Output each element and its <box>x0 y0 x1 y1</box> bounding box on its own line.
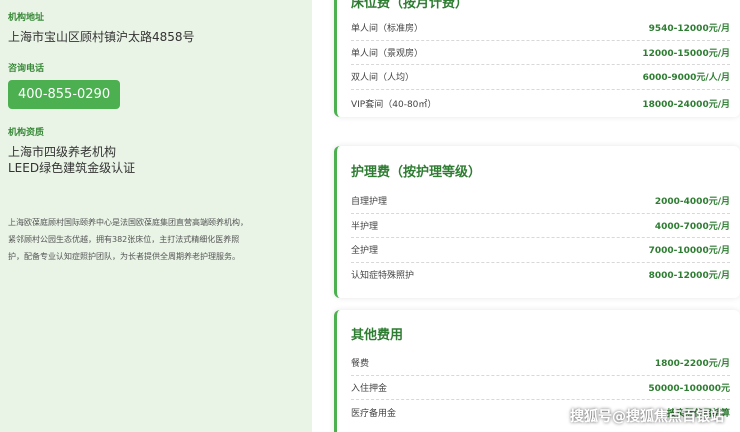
card-title: 护理费（按护理等级） <box>351 165 482 180</box>
fee-price: 6000-9000元/人/月 <box>642 73 730 84</box>
fee-row: 双人间（人均） 6000-9000元/人/月 <box>351 65 730 90</box>
fee-name: VIP套间（40-80㎡） <box>351 99 437 110</box>
fee-row: 认知症特殊照护 8000-12000元/月 <box>351 263 730 288</box>
fee-name: 自理护理 <box>351 197 388 208</box>
fee-name: 入住押金 <box>351 383 388 394</box>
address-label: 机构地址 <box>8 13 45 23</box>
fee-name: 医疗备用金 <box>351 408 397 419</box>
qualification-block: 机构资质 上海市四级养老机构 LEED绿色建筑金级认证 <box>8 125 304 176</box>
description-line-1: 上海欧葆庭顾村国际颐养中心是法国欧葆庭集团直营高端颐养机构， <box>8 218 248 227</box>
phone-block: 咨询电话 400-855-0290 <box>8 61 304 109</box>
phone-label: 咨询电话 <box>8 64 45 74</box>
fee-price: 7000-10000元/月 <box>648 246 730 257</box>
fee-row: 自理护理 2000-4000元/月 <box>351 189 730 214</box>
nursing-fee-card: 护理费（按护理等级） 自理护理 2000-4000元/月 半护理 4000-70… <box>334 146 740 298</box>
fee-price: 4000-7000元/月 <box>654 221 730 232</box>
fee-name: 半护理 <box>351 221 379 232</box>
fee-row: 半护理 4000-7000元/月 <box>351 214 730 238</box>
qualification-label: 机构资质 <box>8 128 45 138</box>
fee-row: 入住押金 50000-100000元 <box>351 376 730 400</box>
card-title: 其他费用 <box>351 328 404 343</box>
bed-fee-card: 床位费（按月计费） 单人间（标准房） 9540-12000元/月 单人间（景观房… <box>334 0 740 117</box>
qualification-line-2: LEED绿色建筑金级认证 <box>8 161 136 175</box>
fee-name: 认知症特殊照护 <box>351 271 415 282</box>
fee-price: 1800-2200元/月 <box>654 359 730 370</box>
phone-button[interactable]: 400-855-0290 <box>8 80 121 109</box>
fee-price: 12000-15000元/月 <box>642 48 730 59</box>
description-line-2: 紧邻顾村公园生态优越，拥有382张床位，主打法式精细化医养照 <box>8 235 240 244</box>
fee-name: 双人间（人均） <box>351 73 415 84</box>
address-value: 上海市宝山区顾村镇沪太路4858号 <box>8 30 195 44</box>
description-line-3: 护，配备专业认知症照护团队，为长者提供全周期养老护理服务。 <box>8 252 240 261</box>
fee-price: 2000-4000元/月 <box>654 197 730 208</box>
fee-row: 餐费 1800-2200元/月 <box>351 351 730 376</box>
fee-name: 单人间（景观房） <box>351 48 424 59</box>
qualification-line-1: 上海市四级养老机构 <box>8 145 117 159</box>
fee-row: 单人间（景观房） 12000-15000元/月 <box>351 41 730 65</box>
address-block: 机构地址 上海市宝山区顾村镇沪太路4858号 <box>8 10 304 45</box>
fee-panel: 床位费（按月计费） 单人间（标准房） 9540-12000元/月 单人间（景观房… <box>332 0 740 432</box>
card-title: 床位费（按月计费） <box>351 0 469 11</box>
fee-row: VIP套间（40-80㎡） 18000-24000元/月 <box>351 90 730 117</box>
fee-name: 餐费 <box>351 359 370 370</box>
fee-price: 9540-12000元/月 <box>648 24 730 35</box>
description: 上海欧葆庭顾村国际颐养中心是法国欧葆庭集团直营高端颐养机构， 紧邻顾村公园生态优… <box>8 214 298 265</box>
fee-name: 全护理 <box>351 246 379 257</box>
fee-price: 18000-24000元/月 <box>642 99 730 110</box>
watermark: 搜狐号@搜狐焦点百银站 <box>570 409 724 425</box>
info-panel: 机构地址 上海市宝山区顾村镇沪太路4858号 咨询电话 400-855-0290… <box>0 0 312 432</box>
fee-row: 全护理 7000-10000元/月 <box>351 238 730 263</box>
fee-row: 单人间（标准房） 9540-12000元/月 <box>351 16 730 41</box>
fee-name: 单人间（标准房） <box>351 24 424 35</box>
fee-price: 50000-100000元 <box>648 383 730 394</box>
fee-price: 8000-12000元/月 <box>648 271 730 282</box>
